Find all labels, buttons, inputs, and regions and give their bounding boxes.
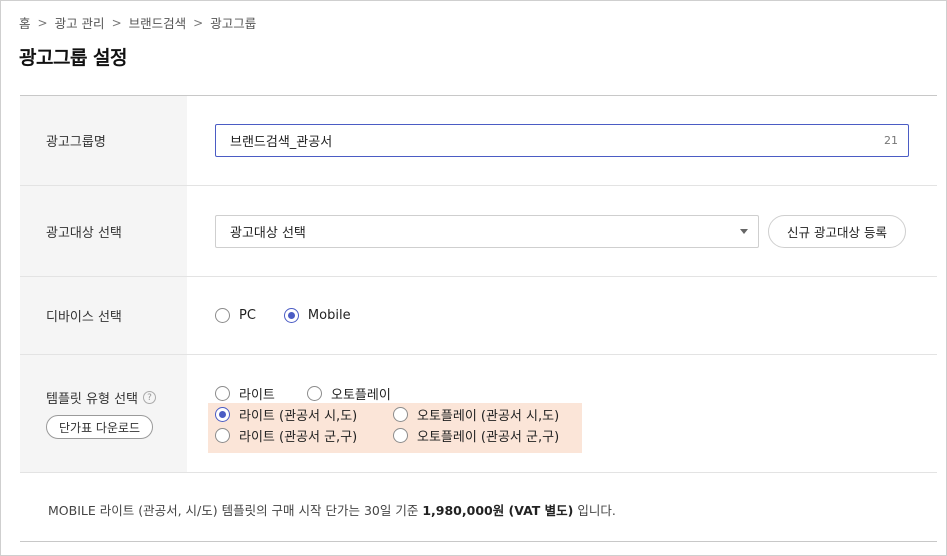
template-option-autoplay-city-label: 오토플레이 (관공서 시,도) [417, 409, 560, 424]
template-radio-group: 라이트 오토플레이 라이트 (관공서 시,도) 오토플레이 (관공서 시,도) … [187, 355, 937, 472]
label-ad-group-name: 광고그룹명 [20, 96, 187, 185]
template-option-lite-city-label: 라이트 (관공서 시,도) [239, 409, 358, 424]
price-notice-prefix: MOBILE 라이트 (관공서, 시/도) 템플릿의 구매 시작 단가는 30일… [48, 503, 423, 518]
template-options-row-1: 라이트 오토플레이 [215, 384, 391, 403]
row-ad-group-name: 광고그룹명 브랜드검색_관공서 21 [20, 96, 937, 186]
breadcrumb-brand-search[interactable]: 브랜드검색 [129, 13, 187, 32]
template-option-autoplay-county[interactable]: 오토플레이 (관공서 군,구) [393, 426, 559, 445]
label-template-cell: 템플릿 유형 선택 ? 단가표 다운로드 [20, 355, 187, 472]
device-option-pc-label: PC [239, 308, 256, 323]
page-frame: 홈 > 광고 관리 > 브랜드검색 > 광고그룹 광고그룹 설정 광고그룹명 브… [0, 0, 947, 556]
caret-down-icon [740, 228, 748, 234]
radio-pc[interactable] [215, 308, 230, 323]
breadcrumb-ad-management[interactable]: 광고 관리 [55, 13, 105, 32]
chevron-right-icon: > [111, 15, 122, 30]
chevron-right-icon: > [193, 15, 204, 30]
template-options-row-3: 라이트 (관공서 군,구) 오토플레이 (관공서 군,구) [215, 426, 559, 445]
radio-lite-city[interactable] [215, 407, 230, 422]
breadcrumb-home[interactable]: 홈 [19, 13, 31, 32]
device-option-pc[interactable]: PC [215, 308, 256, 323]
help-icon[interactable]: ? [143, 391, 156, 404]
template-option-lite-county-label: 라이트 (관공서 군,구) [239, 430, 358, 445]
device-radio-group: PC Mobile [187, 277, 937, 354]
radio-autoplay[interactable] [307, 386, 322, 401]
row-ad-target: 광고대상 선택 광고대상 선택 신규 광고대상 등록 [20, 186, 937, 277]
device-option-mobile-label: Mobile [307, 308, 351, 323]
template-option-autoplay[interactable]: 오토플레이 [307, 384, 391, 403]
template-options-row-2: 라이트 (관공서 시,도) 오토플레이 (관공서 시,도) [215, 405, 559, 424]
radio-lite[interactable] [215, 386, 230, 401]
label-ad-target: 광고대상 선택 [20, 186, 187, 276]
radio-autoplay-city[interactable] [393, 407, 408, 422]
ad-target-select[interactable]: 광고대상 선택 [215, 214, 759, 248]
template-option-lite[interactable]: 라이트 [215, 384, 307, 403]
radio-mobile[interactable] [283, 308, 299, 323]
bottom-divider [20, 541, 937, 542]
template-option-autoplay-county-label: 오토플레이 (관공서 군,구) [417, 430, 560, 445]
label-template: 템플릿 유형 선택 ? [46, 388, 156, 407]
price-notice: MOBILE 라이트 (관공서, 시/도) 템플릿의 구매 시작 단가는 30일… [48, 500, 616, 519]
register-ad-target-button[interactable]: 신규 광고대상 등록 [768, 214, 906, 248]
chevron-right-icon: > [37, 15, 48, 30]
radio-lite-county[interactable] [215, 428, 230, 443]
template-option-autoplay-label: 오토플레이 [331, 388, 391, 403]
template-option-lite-city[interactable]: 라이트 (관공서 시,도) [215, 405, 393, 424]
char-count: 21 [884, 134, 898, 147]
template-option-lite-county[interactable]: 라이트 (관공서 군,구) [215, 426, 393, 445]
breadcrumb-ad-group[interactable]: 광고그룹 [210, 13, 256, 32]
row-template: 템플릿 유형 선택 ? 단가표 다운로드 라이트 오토플레이 라이트 (관공서 … [20, 355, 937, 473]
template-option-lite-label: 라이트 [239, 388, 275, 403]
row-device: 디바이스 선택 PC Mobile [20, 277, 937, 355]
radio-autoplay-county[interactable] [393, 428, 408, 443]
ad-group-name-input[interactable]: 브랜드검색_관공서 21 [215, 124, 909, 157]
breadcrumb: 홈 > 광고 관리 > 브랜드검색 > 광고그룹 [19, 13, 256, 32]
template-options: 라이트 오토플레이 라이트 (관공서 시,도) 오토플레이 (관공서 시,도) … [187, 355, 937, 472]
content-ad-target: 광고대상 선택 신규 광고대상 등록 [187, 186, 937, 276]
ad-group-name-value: 브랜드검색_관공서 [230, 135, 333, 150]
ad-target-select-value: 광고대상 선택 [230, 225, 306, 241]
download-price-table-button[interactable]: 단가표 다운로드 [46, 415, 154, 439]
ad-group-form: 광고그룹명 브랜드검색_관공서 21 광고대상 선택 광고대상 선택 신규 광고… [20, 95, 937, 473]
page-title: 광고그룹 설정 [19, 47, 128, 69]
price-notice-price: 1,980,000원 (VAT 별도) [422, 503, 574, 518]
label-template-text: 템플릿 유형 선택 [46, 392, 138, 407]
price-notice-suffix: 입니다. [573, 503, 616, 518]
label-device: 디바이스 선택 [20, 277, 187, 354]
content-ad-group-name: 브랜드검색_관공서 21 [187, 96, 937, 185]
device-option-mobile[interactable]: Mobile [283, 308, 351, 323]
template-option-autoplay-city[interactable]: 오토플레이 (관공서 시,도) [393, 405, 559, 424]
